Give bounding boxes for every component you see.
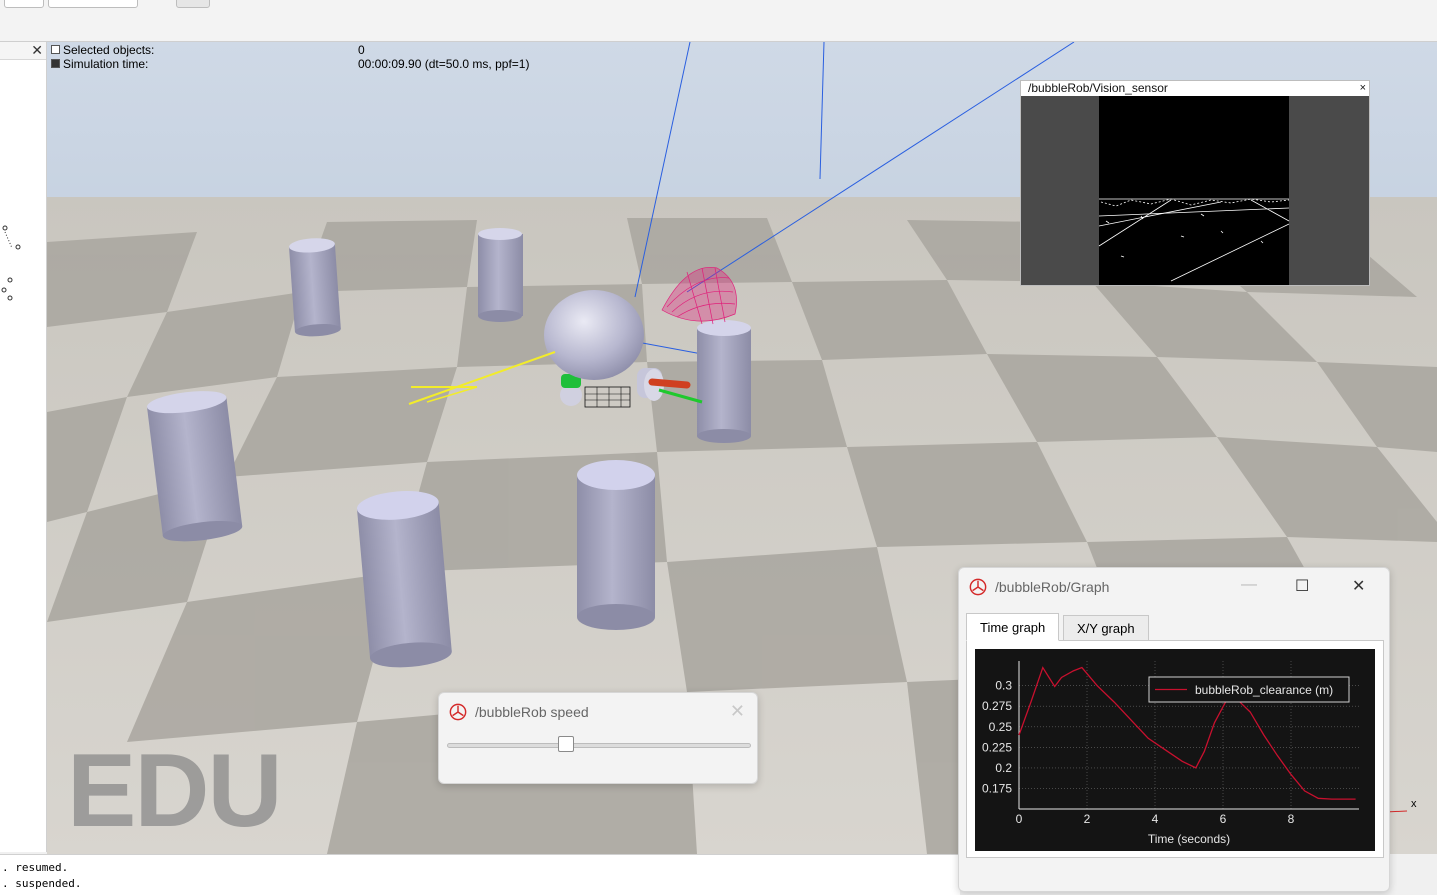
tab-xy-graph[interactable]: X/Y graph — [1063, 615, 1149, 641]
x-axis-label: Time (seconds) — [1148, 832, 1230, 846]
speed-slider-track[interactable] — [447, 743, 751, 748]
x-tick-label: 8 — [1288, 812, 1295, 826]
toolbar — [0, 0, 1437, 42]
status-console: . resumed. . suspended. — [0, 854, 960, 895]
graph-dialog[interactable]: /bubbleRob/Graph — ☐ ✕ Time graph X/Y gr… — [958, 567, 1390, 892]
vision-sensor-window[interactable]: /bubbleRob/Vision_sensor × — [1020, 80, 1370, 286]
graph-dialog-title: /bubbleRob/Graph — [995, 579, 1110, 595]
maximize-icon[interactable]: ☐ — [1295, 576, 1309, 596]
vision-sensor-image — [1021, 96, 1369, 285]
hierarchy-tree-lines — [1, 225, 21, 301]
x-tick-label: 6 — [1220, 812, 1227, 826]
y-tick-label: 0.2 — [995, 761, 1012, 775]
scene-hierarchy-panel: ✕ — [0, 42, 47, 852]
app-logo-icon — [449, 703, 467, 721]
console-line: . resumed. — [2, 861, 69, 874]
x-tick-label: 0 — [1016, 812, 1023, 826]
x-tick-label: 2 — [1084, 812, 1091, 826]
y-tick-label: 0.175 — [982, 781, 1012, 795]
y-tick-label: 0.3 — [995, 679, 1012, 693]
y-tick-label: 0.275 — [982, 699, 1012, 713]
toolbar-button[interactable] — [4, 0, 44, 8]
speed-dialog-title: /bubbleRob speed — [475, 704, 589, 720]
close-icon[interactable]: × — [1360, 81, 1366, 96]
close-icon[interactable]: ✕ — [31, 43, 43, 57]
close-icon[interactable]: ✕ — [730, 701, 745, 722]
selected-objects-row: Selected objects: 0 — [51, 43, 365, 57]
axis-x-label: x — [1411, 798, 1417, 810]
scene-info-overlay: Selected objects: 0 Simulation time: 00:… — [51, 43, 529, 71]
vision-sensor-title: /bubbleRob/Vision_sensor — [1028, 81, 1168, 95]
y-tick-label: 0.225 — [982, 740, 1012, 754]
toolbar-button[interactable] — [176, 0, 210, 8]
close-icon[interactable]: ✕ — [1352, 576, 1365, 596]
toolbar-dropdown[interactable] — [48, 0, 138, 8]
simulation-time-value: 00:00:09.90 (dt=50.0 ms, ppf=1) — [358, 57, 530, 71]
selected-objects-label: Selected objects: — [63, 43, 155, 57]
speed-slider-handle[interactable] — [557, 736, 574, 752]
y-tick-label: 0.25 — [989, 720, 1013, 734]
vision-sensor-title-bar[interactable]: /bubbleRob/Vision_sensor × — [1021, 81, 1369, 96]
expand-toggle-icon[interactable] — [51, 59, 60, 68]
console-line: . suspended. — [2, 877, 82, 890]
app-logo-icon — [969, 578, 987, 596]
tab-time-graph[interactable]: Time graph — [966, 613, 1060, 641]
selected-objects-value: 0 — [358, 43, 365, 57]
time-graph-plot: 0.175 0.2 0.225 0.25 0.275 0.3 0 2 4 6 8 Time (seco… — [975, 649, 1375, 851]
legend-label: bubbleRob_clearance (m) — [1195, 683, 1333, 697]
x-tick-label: 4 — [1152, 812, 1159, 826]
speed-dialog[interactable]: /bubbleRob speed ✕ — [438, 692, 758, 784]
hierarchy-header: ✕ — [0, 42, 46, 60]
expand-toggle-icon[interactable] — [51, 45, 60, 54]
edu-watermark: EDU — [67, 733, 283, 849]
clearance-chart: 0.175 0.2 0.225 0.25 0.275 0.3 0 2 4 6 8 Time (seco… — [982, 661, 1359, 846]
time-graph-pane: 0.175 0.2 0.225 0.25 0.275 0.3 0 2 4 6 8 Time (seco… — [966, 640, 1384, 858]
simulation-time-row: Simulation time: 00:00:09.90 (dt=50.0 ms… — [51, 57, 529, 71]
simulation-time-label: Simulation time: — [63, 57, 149, 71]
minimize-icon[interactable]: — — [1241, 576, 1257, 594]
